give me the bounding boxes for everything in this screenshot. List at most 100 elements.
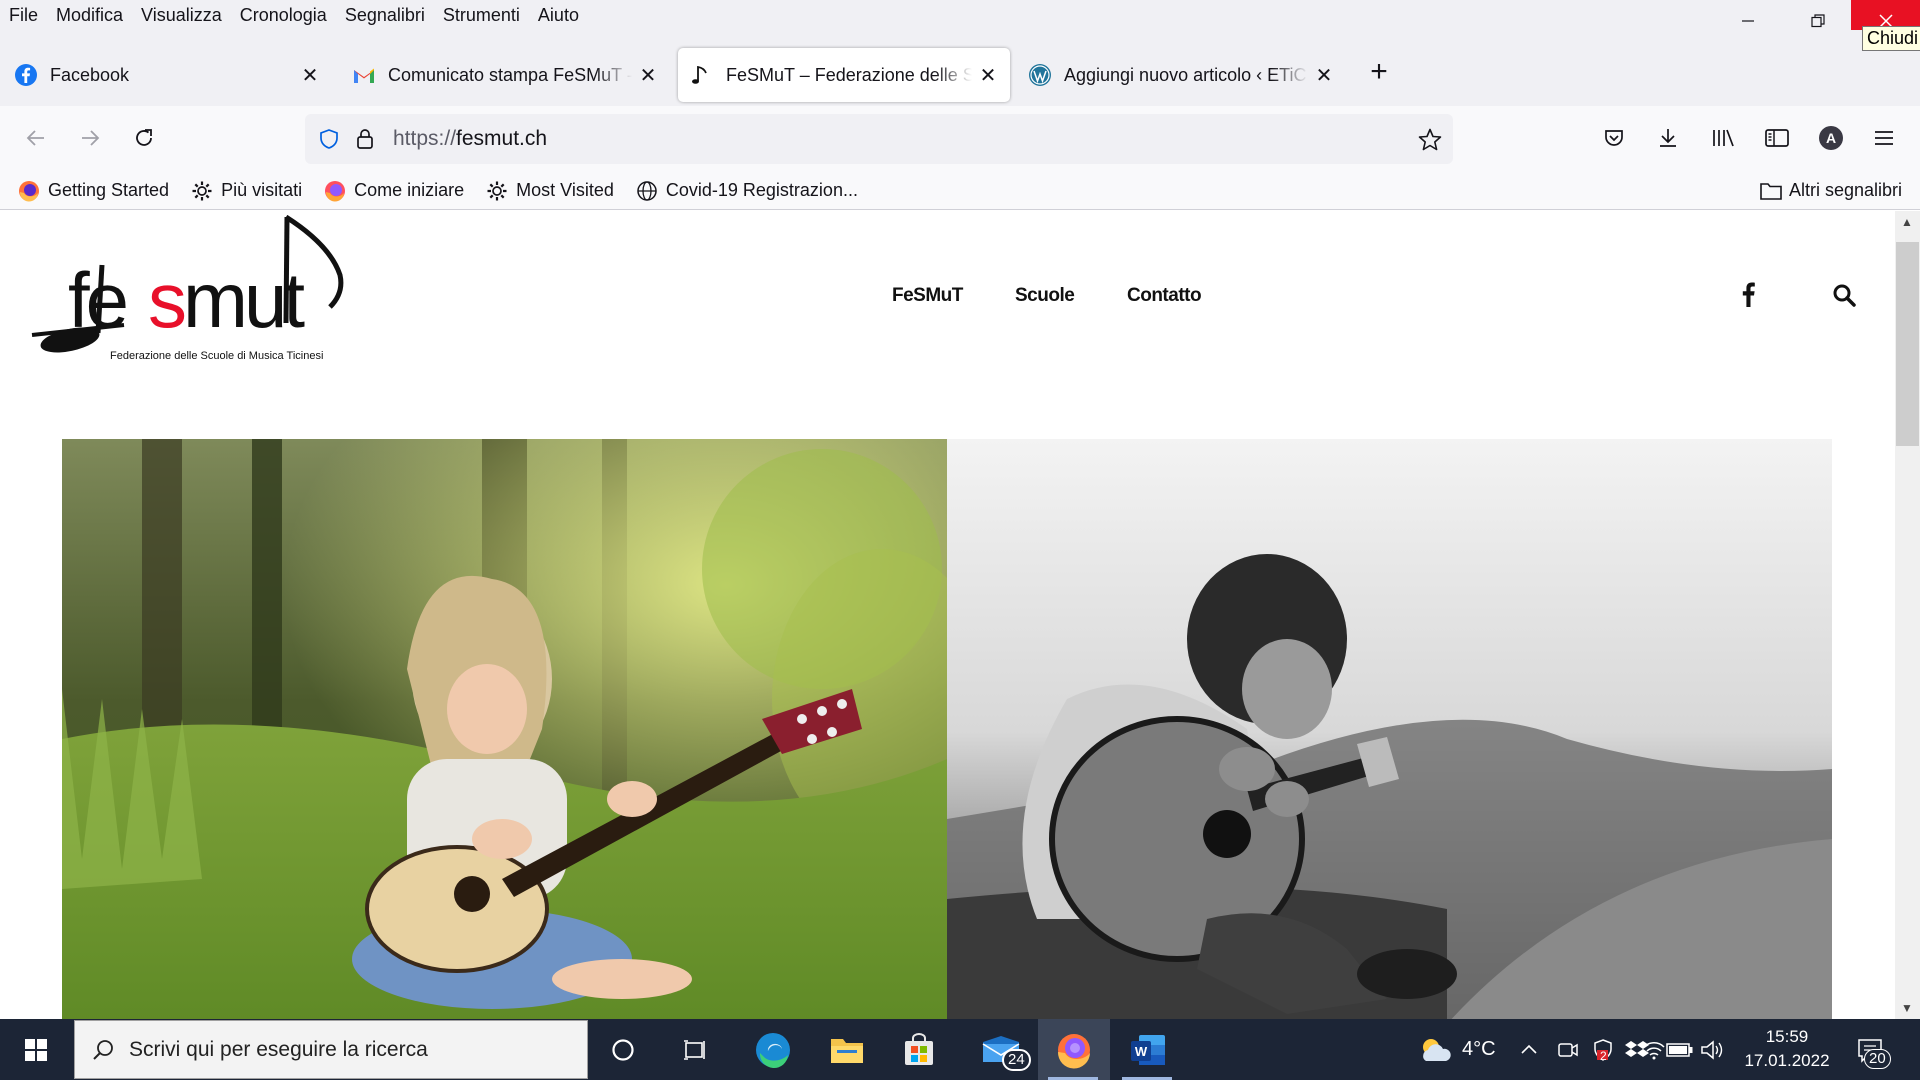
antivirus-tray-button[interactable]: 2 (1592, 1019, 1614, 1080)
bookmarks-toolbar: Getting Started Più visitati Come inizia… (0, 172, 1920, 210)
task-view-button[interactable] (660, 1019, 730, 1080)
menu-visualizza[interactable]: Visualizza (141, 5, 222, 26)
menu-aiuto[interactable]: Aiuto (538, 5, 579, 26)
wifi-icon (1643, 1041, 1665, 1059)
lock-icon[interactable] (355, 127, 375, 151)
tray-badge: 2 (1600, 1049, 1607, 1063)
minimize-icon (1742, 20, 1754, 22)
meet-now-button[interactable] (1557, 1019, 1579, 1080)
cortana-button[interactable] (588, 1019, 658, 1080)
tab-close-icon[interactable]: ✕ (978, 63, 998, 88)
search-placeholder: Scrivi qui per eseguire la ricerca (129, 1037, 428, 1061)
file-explorer-taskbar-button[interactable] (812, 1019, 882, 1080)
tab-close-icon[interactable]: ✕ (300, 63, 320, 88)
volume-tray-button[interactable] (1700, 1019, 1726, 1080)
tab-title: Facebook (50, 64, 130, 85)
firefox-icon (18, 180, 40, 202)
svg-text:fe: fe (68, 256, 126, 344)
word-icon: W (1131, 1034, 1165, 1065)
weather-widget[interactable]: 4°C (1418, 1019, 1496, 1080)
firefox-taskbar-button[interactable] (1038, 1019, 1110, 1080)
tab-close-icon[interactable]: ✕ (638, 63, 658, 88)
clock-date: 17.01.2022 (1744, 1051, 1830, 1070)
avatar-icon: A (1819, 126, 1843, 150)
menu-modifica[interactable]: Modifica (56, 5, 123, 26)
tab-wordpress[interactable]: Aggiungi nuovo articolo ‹ ETiCinema ✕ (1016, 48, 1346, 102)
store-icon (905, 1032, 933, 1065)
site-nav-scuole[interactable]: Scuole (1015, 285, 1075, 307)
clock-time: 15:59 (1765, 1027, 1809, 1046)
bookmark-label: Covid-19 Registrazion... (665, 180, 858, 200)
bookmark-piu-visitati[interactable]: Più visitati (191, 180, 302, 202)
tab-title: FeSMuT – Federazione delle Scuole (726, 64, 972, 85)
facebook-link[interactable] (1740, 281, 1756, 312)
tab-title: Aggiungi nuovo articolo ‹ ETiCinema (1064, 64, 1308, 85)
start-button[interactable] (0, 1019, 72, 1080)
menu-button[interactable] (1866, 120, 1902, 156)
speaker-icon (1701, 1039, 1723, 1060)
scroll-down-icon[interactable]: ▼ (1901, 1001, 1913, 1015)
chevron-up-icon (1521, 1044, 1537, 1054)
bookmark-label: Come iniziare (354, 180, 465, 200)
scroll-up-icon[interactable]: ▲ (1901, 215, 1913, 229)
reload-button[interactable] (126, 120, 162, 156)
arrow-right-icon (82, 130, 100, 146)
other-bookmarks[interactable]: Altri segnalibri (1759, 180, 1902, 201)
back-button[interactable] (18, 120, 54, 156)
mail-taskbar-button[interactable]: 24 (966, 1019, 1036, 1080)
menu-cronologia[interactable]: Cronologia (240, 5, 327, 26)
url-protocol: https:// (393, 127, 457, 150)
tab-gmail[interactable]: Comunicato stampa FeSMuT - a ✕ (340, 48, 670, 102)
menu-bar: File Modifica Visualizza Cronologia Segn… (0, 0, 1920, 30)
tab-facebook[interactable]: Facebook ✕ (2, 48, 332, 102)
edge-taskbar-button[interactable] (738, 1019, 808, 1080)
taskbar-search-box[interactable]: Scrivi qui per eseguire la ricerca (74, 1020, 588, 1079)
url-text[interactable]: https://fesmut.ch (393, 127, 547, 151)
battery-icon (1666, 1042, 1693, 1057)
account-button[interactable]: A (1813, 120, 1849, 156)
pocket-button[interactable] (1596, 120, 1632, 156)
menu-strumenti[interactable]: Strumenti (443, 5, 520, 26)
notification-count-badge: 20 (1864, 1049, 1891, 1069)
music-note-icon (690, 63, 714, 87)
site-search-button[interactable] (1832, 283, 1856, 312)
bookmark-star-icon[interactable] (1417, 127, 1443, 153)
menu-segnalibri[interactable]: Segnalibri (345, 5, 425, 26)
battery-tray-button[interactable] (1666, 1019, 1694, 1080)
bookmark-come-iniziare[interactable]: Come iniziare (324, 180, 464, 202)
tab-fesmut[interactable]: FeSMuT – Federazione delle Scuole ✕ (678, 48, 1010, 102)
tab-close-icon[interactable]: ✕ (1314, 63, 1334, 88)
wifi-tray-button[interactable] (1632, 1019, 1666, 1080)
show-hidden-icons-button[interactable] (1520, 1019, 1538, 1080)
url-host: fesmut.ch (456, 127, 548, 150)
bookmark-most-visited[interactable]: Most Visited (486, 180, 614, 202)
logo-subtitle: Federazione delle Scuole di Musica Ticin… (110, 350, 324, 362)
facebook-f-icon (1742, 282, 1755, 307)
search-icon (91, 1038, 115, 1062)
word-taskbar-button[interactable]: W (1112, 1019, 1184, 1080)
notification-center-button[interactable]: 20 (1856, 1019, 1891, 1080)
bookmark-label: Più visitati (221, 180, 303, 200)
bookmark-getting-started[interactable]: Getting Started (18, 180, 169, 202)
shield-icon[interactable] (317, 127, 341, 151)
site-logo[interactable]: fe s mut Federazione delle Scuole di Mus… (30, 214, 360, 385)
sidebar-button[interactable] (1759, 120, 1795, 156)
sidebar-icon (1765, 129, 1789, 147)
menu-file[interactable]: File (9, 5, 38, 26)
downloads-button[interactable] (1650, 120, 1686, 156)
address-bar[interactable]: https://fesmut.ch (305, 114, 1453, 164)
forward-button[interactable] (72, 120, 108, 156)
new-tab-button[interactable]: + (1364, 57, 1394, 88)
tab-title: Comunicato stampa FeSMuT - a (388, 64, 632, 85)
site-nav-fesmut[interactable]: FeSMuT (892, 285, 963, 307)
store-taskbar-button[interactable] (884, 1019, 954, 1080)
library-button[interactable] (1705, 120, 1741, 156)
facebook-icon (14, 63, 38, 87)
taskbar-clock[interactable]: 15:59 17.01.2022 (1732, 1025, 1842, 1073)
navigation-toolbar: https://fesmut.ch A (0, 106, 1920, 172)
bookmark-label: Getting Started (48, 180, 170, 200)
scrollbar-thumb[interactable] (1896, 242, 1919, 446)
site-nav-contatto[interactable]: Contatto (1127, 285, 1202, 307)
bookmark-covid-registrazione[interactable]: Covid-19 Registrazion... (636, 180, 858, 202)
svg-text:W: W (1135, 1044, 1148, 1059)
